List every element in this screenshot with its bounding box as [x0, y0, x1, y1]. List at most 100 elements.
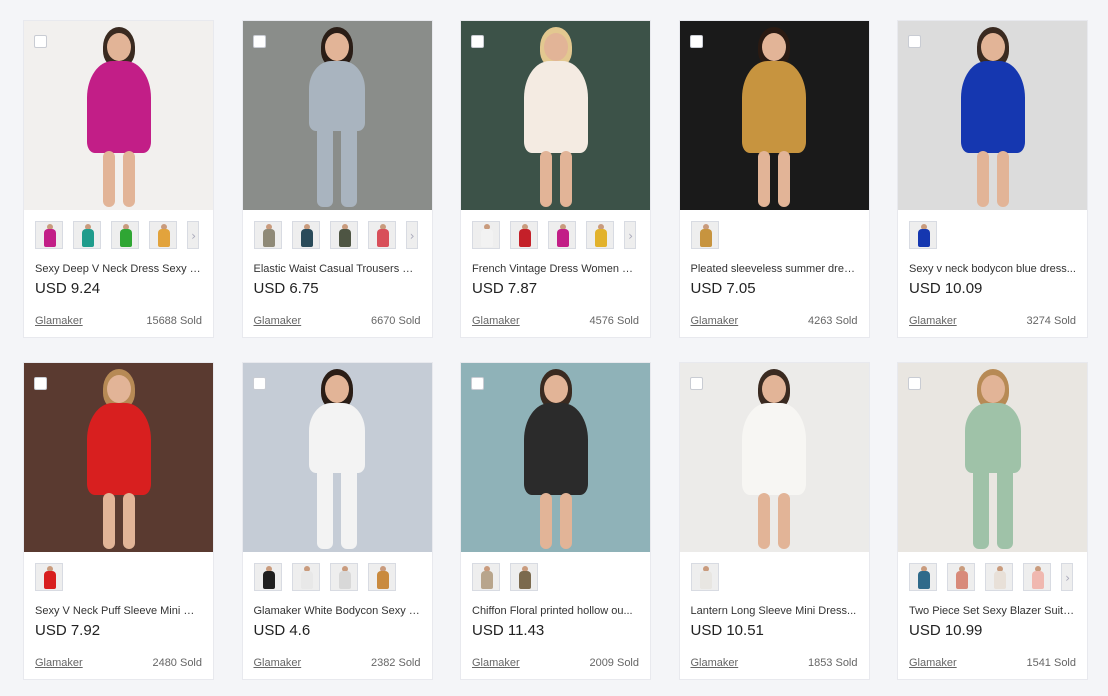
product-meta: Glamaker 4576 Sold	[472, 315, 639, 327]
color-swatch[interactable]	[253, 563, 282, 591]
color-swatch[interactable]	[1023, 563, 1051, 591]
product-title[interactable]: Glamaker White Bodycon Sexy J...	[243, 592, 432, 618]
product-image[interactable]	[679, 363, 869, 552]
sold-count: 4576 Sold	[589, 315, 639, 327]
color-swatch-row: ›	[243, 210, 432, 250]
select-checkbox[interactable]	[252, 377, 266, 390]
product-price: USD 7.05	[690, 280, 756, 297]
color-swatch[interactable]	[690, 221, 719, 249]
store-link[interactable]: Glamaker	[35, 315, 83, 327]
product-card[interactable]: Pleated sleeveless summer dres... USD 7.…	[678, 20, 870, 338]
select-checkbox[interactable]	[34, 377, 47, 390]
store-link[interactable]: Glamaker	[909, 657, 957, 669]
color-swatch[interactable]	[586, 221, 614, 249]
select-checkbox[interactable]	[908, 35, 921, 48]
color-swatch[interactable]	[472, 563, 500, 591]
product-card[interactable]: Lantern Long Sleeve Mini Dress... USD 10…	[678, 362, 870, 680]
product-meta: Glamaker 3274 Sold	[909, 315, 1076, 327]
store-link[interactable]: Glamaker	[35, 657, 83, 669]
store-link[interactable]: Glamaker	[691, 315, 739, 327]
select-checkbox[interactable]	[908, 377, 921, 390]
color-swatch[interactable]	[73, 221, 101, 249]
product-price: USD 11.43	[472, 622, 545, 639]
product-image[interactable]	[461, 21, 650, 210]
product-title[interactable]: Lantern Long Sleeve Mini Dress...	[680, 592, 869, 618]
product-meta: Glamaker 4263 Sold	[691, 315, 858, 327]
product-image[interactable]	[679, 21, 869, 210]
color-swatch-row	[461, 552, 650, 592]
color-swatch[interactable]	[472, 221, 500, 249]
store-link[interactable]: Glamaker	[472, 657, 520, 669]
color-swatch[interactable]	[510, 221, 538, 249]
product-card[interactable]: › Elastic Waist Casual Trousers W... USD…	[241, 20, 433, 338]
more-swatches-arrow[interactable]: ›	[624, 221, 636, 249]
color-swatch[interactable]	[909, 563, 937, 591]
product-card[interactable]: Sexy v neck bodycon blue dress... USD 10…	[897, 20, 1088, 338]
chevron-right-icon: ›	[191, 229, 196, 243]
sold-count: 15688 Sold	[146, 315, 202, 327]
product-title[interactable]: Chiffon Floral printed hollow ou...	[461, 592, 650, 618]
model-figure	[714, 21, 834, 210]
color-swatch[interactable]	[35, 563, 63, 591]
select-checkbox[interactable]	[689, 377, 703, 390]
product-title[interactable]: Pleated sleeveless summer dres...	[680, 250, 869, 276]
color-swatch[interactable]	[909, 221, 937, 249]
select-checkbox[interactable]	[689, 35, 703, 48]
store-link[interactable]: Glamaker	[909, 315, 957, 327]
product-image[interactable]	[24, 363, 213, 552]
product-image[interactable]	[461, 363, 650, 552]
product-title[interactable]: French Vintage Dress Women El...	[461, 250, 650, 276]
color-swatch[interactable]	[329, 221, 358, 249]
color-swatch[interactable]	[111, 221, 139, 249]
store-link[interactable]: Glamaker	[691, 657, 739, 669]
model-figure	[59, 363, 179, 552]
product-title[interactable]: Elastic Waist Casual Trousers W...	[243, 250, 432, 276]
store-link[interactable]: Glamaker	[254, 657, 302, 669]
product-card[interactable]: Glamaker White Bodycon Sexy J... USD 4.6…	[241, 362, 433, 680]
model-figure	[277, 21, 397, 210]
product-card[interactable]: Sexy V Neck Puff Sleeve Mini Dr... USD 7…	[23, 362, 214, 680]
product-card[interactable]: › French Vintage Dress Women El... USD 7…	[460, 20, 651, 338]
model-figure	[496, 21, 616, 210]
color-swatch[interactable]	[367, 563, 396, 591]
model-figure	[59, 21, 179, 210]
store-link[interactable]: Glamaker	[472, 315, 520, 327]
color-swatch[interactable]	[548, 221, 576, 249]
product-image[interactable]	[24, 21, 213, 210]
product-title[interactable]: Two Piece Set Sexy Blazer Suits ...	[898, 592, 1087, 618]
product-title[interactable]: Sexy Deep V Neck Dress Sexy B...	[24, 250, 213, 276]
select-checkbox[interactable]	[252, 35, 266, 48]
color-swatch[interactable]	[947, 563, 975, 591]
color-swatch[interactable]	[149, 221, 177, 249]
product-meta: Glamaker 6670 Sold	[254, 315, 421, 327]
product-card[interactable]: › Two Piece Set Sexy Blazer Suits ... US…	[897, 362, 1088, 680]
color-swatch[interactable]	[329, 563, 358, 591]
product-card[interactable]: Chiffon Floral printed hollow ou... USD …	[460, 362, 651, 680]
color-swatch[interactable]	[291, 221, 320, 249]
color-swatch[interactable]	[35, 221, 63, 249]
store-link[interactable]: Glamaker	[254, 315, 302, 327]
product-image[interactable]	[242, 363, 432, 552]
select-checkbox[interactable]	[471, 35, 484, 48]
more-swatches-arrow[interactable]: ›	[187, 221, 199, 249]
select-checkbox[interactable]	[471, 377, 484, 390]
product-image[interactable]	[242, 21, 432, 210]
product-price: USD 6.75	[253, 280, 319, 297]
color-swatch[interactable]	[985, 563, 1013, 591]
color-swatch[interactable]	[510, 563, 538, 591]
product-image[interactable]	[898, 363, 1087, 552]
model-figure	[714, 363, 834, 552]
model-figure	[933, 21, 1053, 210]
color-swatch[interactable]	[690, 563, 719, 591]
more-swatches-arrow[interactable]: ›	[1061, 563, 1073, 591]
product-card[interactable]: › Sexy Deep V Neck Dress Sexy B... USD 9…	[23, 20, 214, 338]
product-title[interactable]: Sexy v neck bodycon blue dress...	[898, 250, 1087, 276]
product-image[interactable]	[898, 21, 1087, 210]
product-title[interactable]: Sexy V Neck Puff Sleeve Mini Dr...	[24, 592, 213, 618]
color-swatch[interactable]	[291, 563, 320, 591]
color-swatch[interactable]	[367, 221, 396, 249]
select-checkbox[interactable]	[34, 35, 47, 48]
color-swatch-row	[680, 210, 869, 250]
more-swatches-arrow[interactable]: ›	[405, 221, 418, 249]
color-swatch[interactable]	[253, 221, 282, 249]
